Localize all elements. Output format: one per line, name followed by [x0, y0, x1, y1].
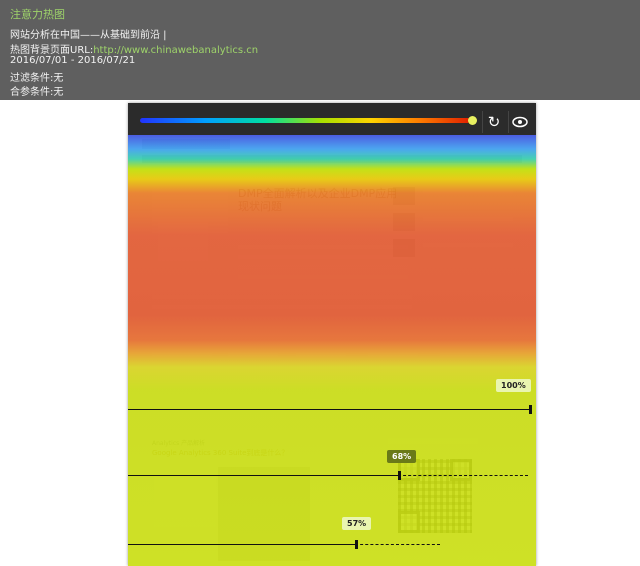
fold-line-100 — [128, 409, 530, 410]
fold-marker-100[interactable] — [529, 405, 532, 414]
report-title: 注意力热图 — [10, 8, 65, 21]
participation-condition: 合参条件:无 — [10, 87, 64, 98]
background-url-row: 热图背景页面URL:http://www.chinawebanalytics.c… — [10, 41, 258, 56]
heat-scale-handle[interactable] — [468, 116, 477, 125]
eye-icon[interactable] — [508, 111, 531, 133]
fold-badge-57: 57% — [342, 517, 372, 530]
fold-marker-57[interactable] — [355, 540, 358, 549]
attention-heat-overlay — [128, 135, 536, 566]
filter-condition: 过滤条件:无 — [10, 73, 64, 84]
fold-badge-100: 100% — [496, 379, 531, 392]
fold-line-68-dashed — [398, 475, 528, 476]
fold-marker-68[interactable] — [398, 471, 401, 480]
refresh-icon[interactable]: ↻ — [482, 111, 505, 133]
fold-line-68 — [128, 475, 398, 476]
fold-badge-68: 68% — [387, 450, 417, 463]
heatmap-page-preview: DMP全面解析以及企业DMP应用现状问题 Analytics 产品解析 Goog… — [128, 135, 536, 566]
site-name: 网站分析在中国——从基础到前沿 | — [10, 30, 167, 41]
fold-line-57 — [128, 544, 355, 545]
report-header: 注意力热图 网站分析在中国——从基础到前沿 | 热图背景页面URL:http:/… — [0, 0, 640, 100]
heat-scale-bar[interactable] — [140, 118, 470, 123]
fold-line-57-dashed — [355, 544, 440, 545]
eye-icon-glyph — [512, 116, 528, 128]
date-range: 2016/07/01 - 2016/07/21 — [10, 55, 136, 66]
heatmap-panel: ↻ DMP全面解析以及企业DMP应用现状问题 Analytics 产品解析 Go… — [128, 103, 536, 566]
